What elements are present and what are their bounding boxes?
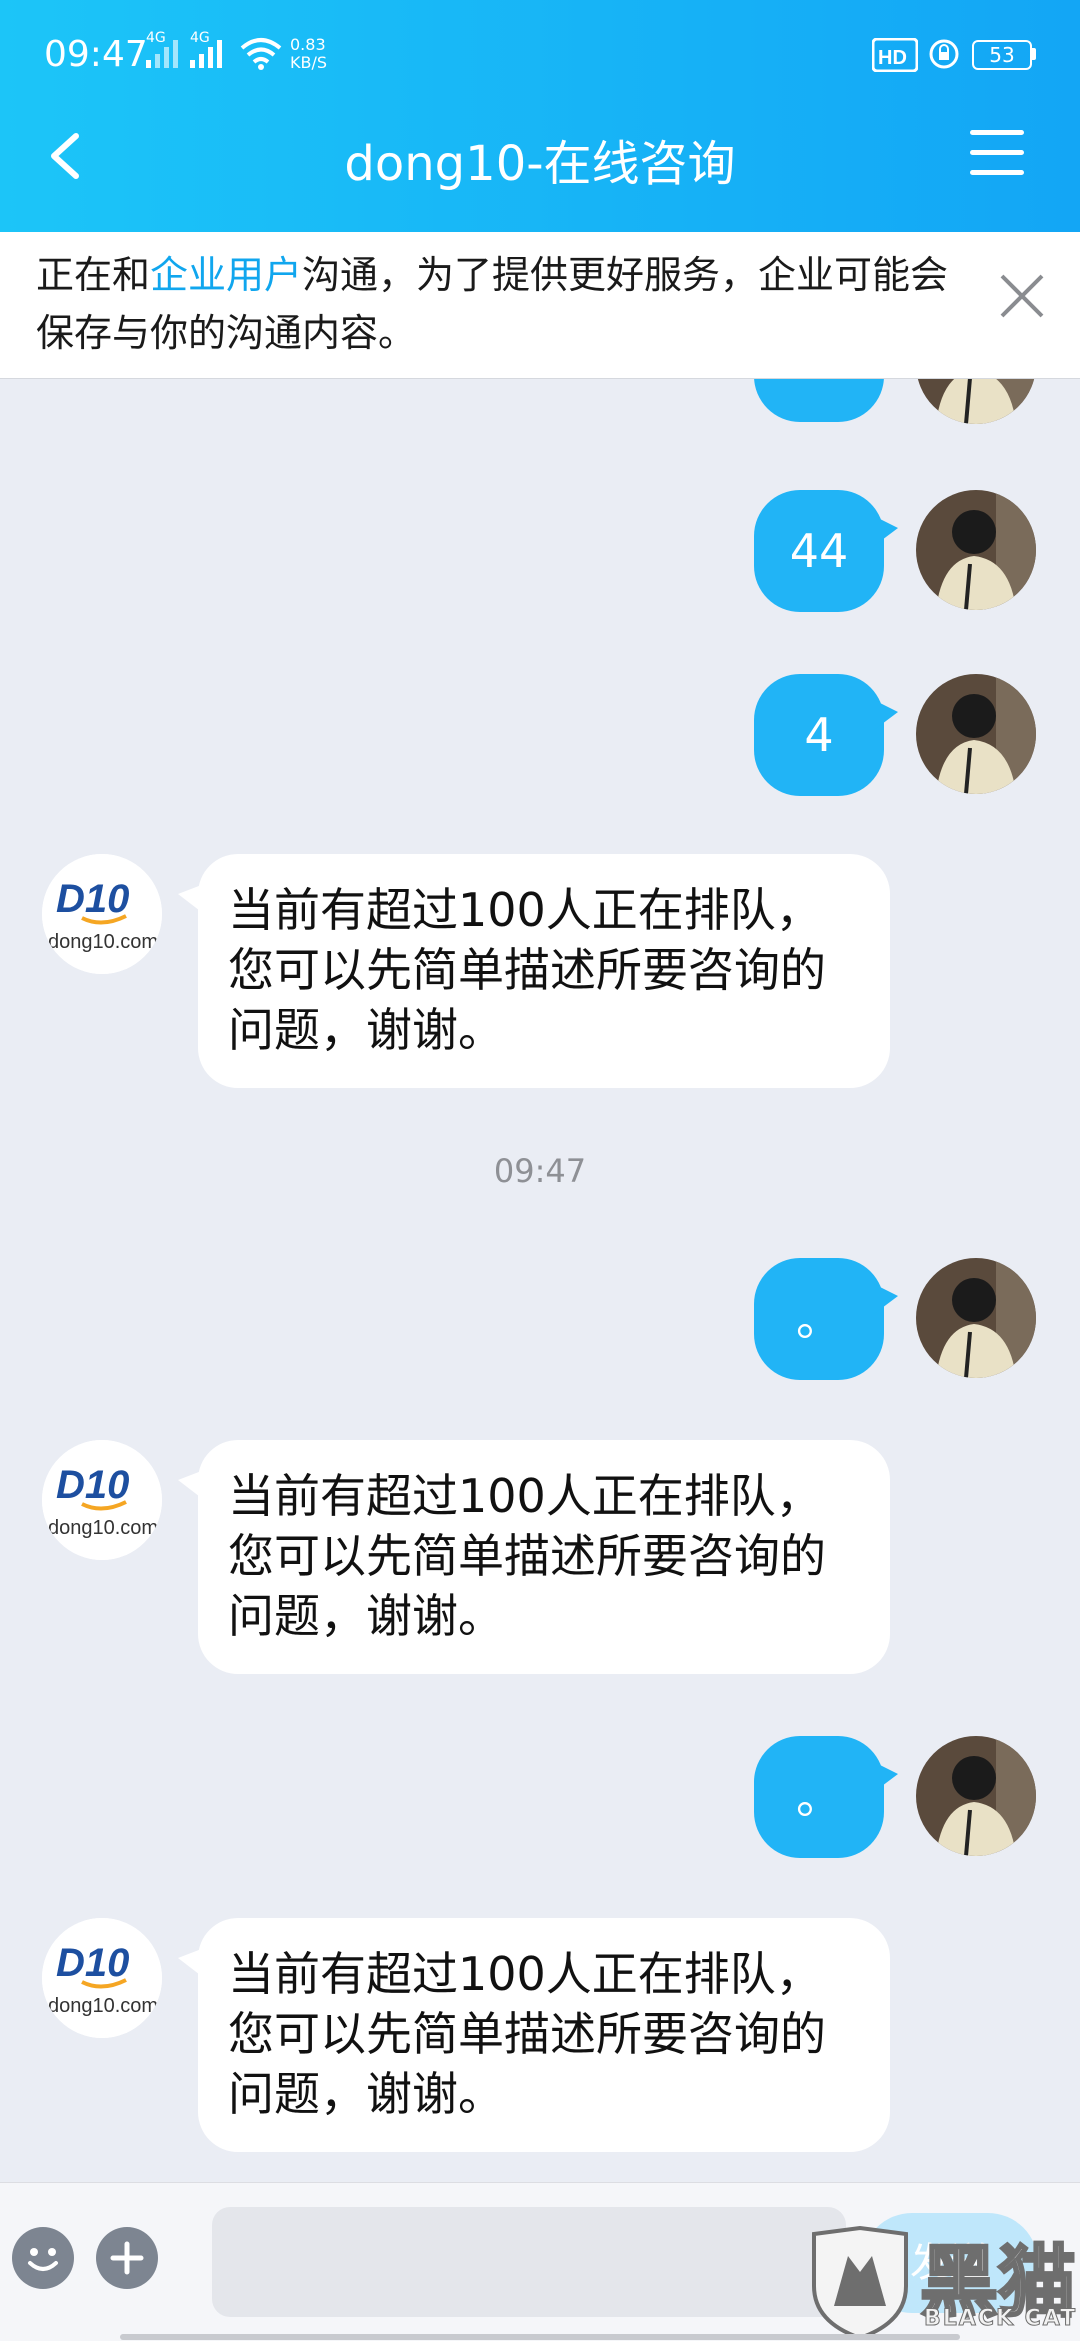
user-avatar[interactable]	[916, 1736, 1036, 1856]
status-time: 09:47	[44, 34, 148, 75]
signal-2-icon: 4G	[190, 30, 226, 72]
notice-text: 正在和企业用户沟通，为了提供更好服务，企业可能会保存与你的沟通内容。	[36, 253, 949, 355]
chat-message-list[interactable]: 44 44 4 D10dong10.com 当前有超过100人正在排队，您可以先…	[0, 232, 1080, 2182]
incoming-message-bubble[interactable]: 当前有超过100人正在排队，您可以先简单描述所要咨询的问题，谢谢。	[178, 1918, 890, 2152]
wifi-icon	[240, 36, 282, 74]
outgoing-message-bubble[interactable]: 44	[754, 490, 898, 612]
watermark-sub-text: BLACK CAT	[923, 2306, 1078, 2332]
gesture-navigation-bar[interactable]	[120, 2334, 960, 2340]
incoming-message-bubble[interactable]: 当前有超过100人正在排队，您可以先简单描述所要咨询的问题，谢谢。	[178, 1440, 890, 1674]
agent-avatar[interactable]: D10 dong10.com	[42, 854, 162, 974]
user-avatar[interactable]	[916, 674, 1036, 794]
emoji-button[interactable]	[12, 2227, 74, 2289]
agent-avatar[interactable]: D10 dong10.com	[42, 1918, 162, 2038]
header-bar: 09:47 4G 4G 0.83 KB/S HD 53 dong10-在线咨询	[0, 0, 1080, 232]
svg-text:HD: HD	[878, 47, 907, 69]
hd-call-icon: HD	[871, 37, 919, 76]
signal-2-label: 4G	[190, 30, 210, 46]
outgoing-message-bubble[interactable]: 。	[754, 1258, 898, 1380]
message-timestamp: 09:47	[493, 1152, 587, 1190]
message-input[interactable]	[212, 2207, 846, 2317]
agent-avatar[interactable]: D10 dong10.com	[42, 1440, 162, 1560]
black-cat-watermark: 黑猫 BLACK CAT	[808, 2220, 1080, 2340]
signal-1-label: 4G	[146, 30, 166, 46]
status-bar: 09:47 4G 4G 0.83 KB/S HD 53	[0, 0, 1080, 110]
close-icon[interactable]	[998, 272, 1046, 324]
more-actions-button[interactable]	[96, 2227, 158, 2289]
signal-1-icon: 4G	[146, 30, 182, 72]
plus-icon	[110, 2241, 144, 2275]
outgoing-message-bubble[interactable]: 4	[754, 674, 898, 796]
cat-shield-logo-icon	[812, 2226, 908, 2340]
page-title: dong10-在线咨询	[344, 136, 736, 192]
incoming-message-bubble[interactable]: 当前有超过100人正在排队，您可以先简单描述所要咨询的问题，谢谢。	[178, 854, 890, 1088]
outgoing-message-bubble[interactable]: 。	[754, 1736, 898, 1858]
rotation-lock-icon	[928, 38, 960, 74]
net-speed: 0.83 KB/S	[290, 35, 328, 72]
smiley-icon	[28, 2248, 58, 2271]
user-avatar[interactable]	[916, 1258, 1036, 1378]
agent-logo-domain: dong10.com	[48, 1517, 158, 1539]
agent-logo-mark: D10	[56, 877, 129, 921]
battery-level: 53	[972, 40, 1032, 70]
battery-tip	[1032, 48, 1036, 60]
user-avatar[interactable]	[916, 490, 1036, 610]
agent-logo-domain: dong10.com	[48, 931, 158, 953]
agent-logo-mark: D10	[56, 1941, 129, 1985]
privacy-notice-banner: 正在和企业用户沟通，为了提供更好服务，企业可能会保存与你的沟通内容。	[0, 232, 1080, 379]
back-chevron-icon[interactable]	[40, 118, 100, 194]
menu-icon[interactable]	[970, 126, 1024, 180]
agent-logo-mark: D10	[56, 1463, 129, 1507]
agent-logo-domain: dong10.com	[48, 1995, 158, 2017]
enterprise-user-link[interactable]: 企业用户	[150, 253, 302, 297]
